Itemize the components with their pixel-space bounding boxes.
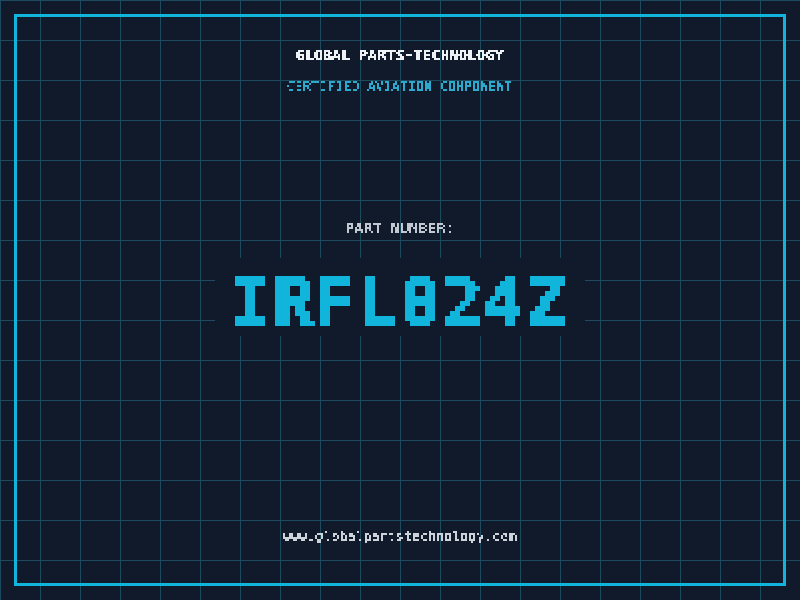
- part-number-value-canvas: [215, 258, 585, 336]
- part-number-label-canvas: [343, 215, 457, 239]
- header-row: GLOBAL PARTS-TECHNOLOGY: [0, 42, 800, 66]
- certificate-card: GLOBAL PARTS-TECHNOLOGY CERTIFIED AVIATI…: [0, 0, 800, 600]
- company-title-canvas: [294, 42, 506, 66]
- subtitle-row: CERTIFIED AVIATION COMPONENT: [0, 75, 800, 97]
- footer-row: www.globalpartstechnology.com: [0, 525, 800, 547]
- part-number-row: IRFL024Z: [0, 258, 800, 336]
- part-label-row: PART NUMBER:: [0, 215, 800, 239]
- certification-subtitle-canvas: [285, 75, 515, 97]
- website-url-canvas: [281, 525, 519, 547]
